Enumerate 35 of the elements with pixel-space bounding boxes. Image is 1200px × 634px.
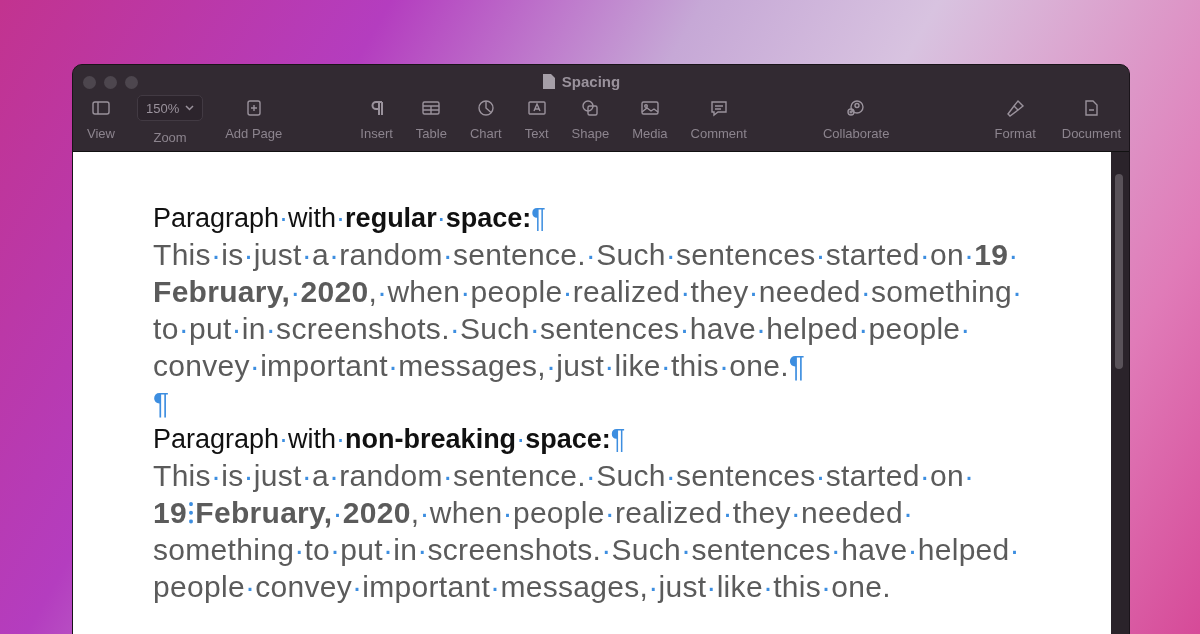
paragraph: This·is·just·a·random·sentence.·Such·sentences·started·on·19· February,·2020,·when·people·realized·they·needed·something· to·put·in·screenshots.·Such·sentences·have·helped·people· convey·important·messages,·just·like·this·one.¶ bbox=[153, 237, 1024, 384]
speech-bubble-icon bbox=[708, 99, 729, 117]
zoom-button[interactable] bbox=[125, 75, 138, 89]
minimize-button[interactable] bbox=[104, 75, 117, 89]
text-box-icon bbox=[526, 99, 547, 117]
toolbar-button[interactable]: Insert bbox=[356, 99, 397, 141]
toolbar-button[interactable]: Text bbox=[520, 99, 553, 141]
table-icon bbox=[421, 99, 442, 117]
toolbar-button[interactable]: Collaborate bbox=[818, 99, 894, 141]
toolbar-button[interactable]: View bbox=[83, 99, 119, 141]
zoom-dropdown[interactable]: 150% bbox=[136, 95, 204, 121]
paragraph: This·is·just·a·random·sentence.·Such·sentences·started·on· 19⁝February,·2020,·when·people·realized·they·needed· something·to·put·in·screenshots.·Such·sentences·have·helped· people·convey·important·messages,·just·like·this·one. bbox=[153, 458, 1021, 605]
collaborate-icon bbox=[846, 99, 867, 117]
toolbar-label: Zoom bbox=[153, 130, 187, 145]
paintbrush-icon bbox=[1005, 99, 1026, 117]
chevron-down-icon bbox=[185, 105, 195, 111]
toolbar-button[interactable]: Media bbox=[628, 99, 672, 141]
image-icon bbox=[639, 99, 660, 117]
toolbar-button[interactable]: Chart bbox=[465, 99, 506, 141]
toolbar-button[interactable]: Comment bbox=[686, 99, 751, 141]
toolbar-button[interactable]: Table bbox=[411, 99, 451, 141]
shape-icon bbox=[580, 99, 601, 117]
paragraph-heading: Paragraph·with·regular·space:¶ bbox=[153, 202, 547, 235]
document-icon bbox=[541, 73, 556, 90]
scrollbar-thumb[interactable] bbox=[1115, 174, 1123, 369]
toolbar-button[interactable]: Format bbox=[990, 99, 1040, 141]
toolbar-button[interactable]: Add Page bbox=[221, 99, 287, 141]
sidebar-icon bbox=[90, 99, 111, 117]
toolbar-button[interactable]: Document bbox=[1057, 99, 1125, 141]
window-title: Spacing bbox=[561, 73, 621, 90]
paragraph-heading: Paragraph·with·non-breaking·space:¶ bbox=[153, 423, 627, 456]
pie-chart-icon bbox=[475, 99, 496, 117]
paragraph: ¶ bbox=[153, 385, 171, 421]
toolbar-button[interactable]: Shape bbox=[567, 99, 614, 141]
close-button[interactable] bbox=[83, 75, 96, 89]
